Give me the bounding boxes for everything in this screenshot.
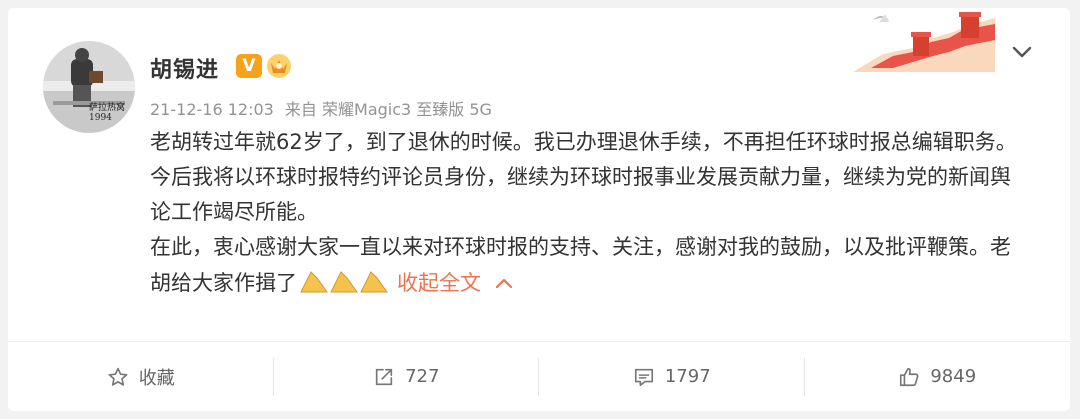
repost-icon xyxy=(375,368,393,385)
post-paragraph-text: 在此，衷心感谢大家一直以来对环球时报的支持、关注，感谢对我的鼓励，以及批评鞭策。… xyxy=(150,235,1011,295)
post-paragraph: 老胡转过年就62岁了，到了退休的时候。我已办理退休手续，不再担任环球时报总编辑职… xyxy=(150,130,1017,224)
action-bar: 收藏 727 1797 9849 xyxy=(8,342,1070,411)
comment-icon xyxy=(634,368,653,386)
comment-count: 1797 xyxy=(664,366,711,387)
avatar-caption: 萨拉热窝 1994 xyxy=(89,103,126,123)
star-icon xyxy=(108,367,128,386)
repost-button[interactable]: 727 xyxy=(274,342,540,411)
collapse-full-text-link[interactable]: 收起全文 xyxy=(397,271,481,295)
favorite-button[interactable]: 收藏 xyxy=(8,342,274,411)
verified-badge-icon: V xyxy=(236,54,262,78)
comment-button[interactable]: 1797 xyxy=(539,342,805,411)
more-options-chevron-icon[interactable] xyxy=(1010,40,1034,64)
like-count: 9849 xyxy=(930,366,977,387)
bow-emoji-icon xyxy=(297,268,389,305)
chevron-up-icon[interactable] xyxy=(495,265,513,300)
action-separator xyxy=(273,358,274,396)
post-meta: 21-12-16 12:03 来自 荣耀Magic3 至臻版 5G xyxy=(150,96,498,120)
action-separator xyxy=(804,358,805,396)
thumbs-up-icon xyxy=(900,367,919,386)
post-timestamp[interactable]: 21-12-16 12:03 xyxy=(150,100,274,119)
action-separator xyxy=(538,358,539,396)
great-wall-card-decoration-icon xyxy=(853,10,995,72)
post-content: 老胡转过年就62岁了，到了退休的时候。我已办理退休手续，不再担任环球时报总编辑职… xyxy=(150,125,1030,305)
post-source: 来自 荣耀Magic3 至臻版 5G xyxy=(284,100,492,119)
favorite-label: 收藏 xyxy=(138,367,175,389)
avatar[interactable]: 萨拉热窝 1994 xyxy=(43,41,135,133)
username[interactable]: 胡锡进 xyxy=(150,52,219,84)
post-paragraph-2: 在此，衷心感谢大家一直以来对环球时报的支持、关注，感谢对我的鼓励，以及批评鞭策。… xyxy=(150,230,1030,305)
repost-count: 727 xyxy=(405,366,440,387)
like-button[interactable]: 9849 xyxy=(805,342,1071,411)
member-crown-icon xyxy=(266,53,292,79)
